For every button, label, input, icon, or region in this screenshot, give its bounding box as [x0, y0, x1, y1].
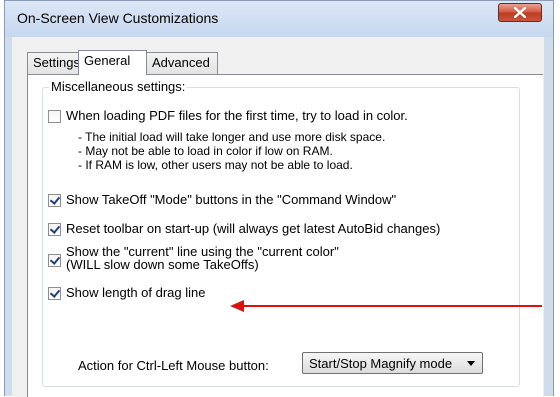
general-tab-panel: Miscellaneous settings: When loading PDF…: [27, 74, 543, 397]
option-label: Show length of drag line: [66, 285, 206, 300]
option-label-multiline: Show the "current" line using the "curre…: [66, 245, 339, 271]
arrow-left-icon: [230, 300, 244, 312]
show-drag-length-option[interactable]: Show length of drag line: [48, 285, 205, 300]
tab-general[interactable]: General: [78, 50, 147, 75]
show-current-line-checkbox[interactable]: [48, 254, 61, 267]
load-pdf-color-option[interactable]: When loading PDF files for the first tim…: [48, 108, 408, 123]
reset-toolbar-option[interactable]: Reset toolbar on start-up (will always g…: [48, 221, 440, 236]
tab-label: Settings: [33, 55, 80, 70]
tab-settings[interactable]: Settings: [27, 52, 80, 74]
annotation-arrow-shaft: [242, 305, 542, 307]
tab-label: Advanced: [152, 55, 210, 70]
window-title: On-Screen View Customizations: [17, 10, 219, 26]
note-line: - May not be able to load in color if lo…: [78, 144, 333, 158]
note-line: - If RAM is low, other users may not be …: [78, 158, 353, 172]
show-current-line-option[interactable]: Show the "current" line using the "curre…: [48, 245, 339, 271]
show-mode-buttons-option[interactable]: Show TakeOff "Mode" buttons in the "Comm…: [48, 192, 396, 207]
close-button[interactable]: [498, 3, 542, 22]
group-label: Miscellaneous settings:: [49, 79, 188, 94]
load-pdf-color-checkbox[interactable]: [48, 110, 61, 123]
option-label: When loading PDF files for the first tim…: [66, 108, 408, 123]
dialog-window: On-Screen View Customizations Settings G…: [4, 0, 554, 397]
show-drag-length-checkbox[interactable]: [48, 287, 61, 300]
chevron-down-icon: [467, 361, 475, 366]
option-label: Show TakeOff "Mode" buttons in the "Comm…: [66, 192, 397, 207]
tab-label: General: [84, 53, 131, 68]
option-label-line: (WILL slow down some TakeOffs): [66, 257, 259, 272]
reset-toolbar-checkbox[interactable]: [48, 223, 61, 236]
title-bar[interactable]: On-Screen View Customizations: [5, 1, 553, 37]
close-icon: [514, 7, 526, 18]
show-mode-buttons-checkbox[interactable]: [48, 194, 61, 207]
ctrl-left-action-dropdown[interactable]: Start/Stop Magnify mode: [302, 352, 483, 374]
tab-advanced[interactable]: Advanced: [146, 52, 218, 74]
dropdown-value: Start/Stop Magnify mode: [309, 356, 453, 371]
note-line: - The initial load will take longer and …: [78, 130, 386, 144]
option-label: Reset toolbar on start-up (will always g…: [66, 221, 441, 236]
ctrl-left-action-label: Action for Ctrl-Left Mouse button:: [78, 358, 269, 373]
dialog-client: Settings General Advanced Miscellaneous …: [12, 37, 544, 397]
